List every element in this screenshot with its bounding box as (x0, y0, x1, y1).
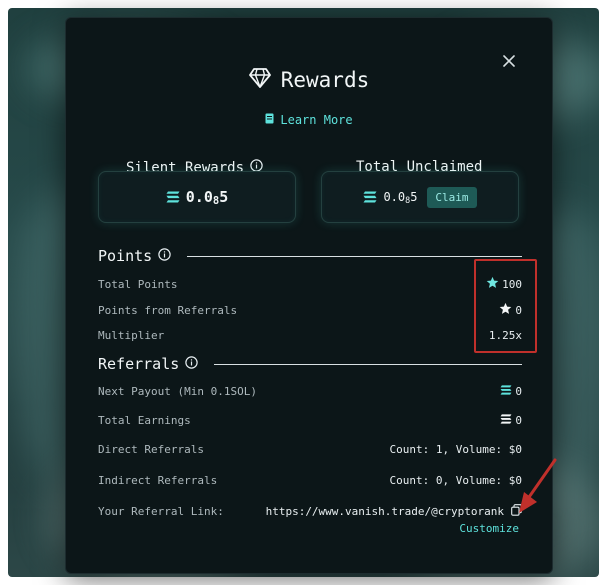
section-divider (214, 363, 522, 365)
silent-rewards-box: 0.085 (98, 171, 296, 223)
learn-more-link[interactable]: Learn More (66, 113, 552, 127)
info-icon[interactable] (185, 355, 198, 373)
referrals-heading: Referrals (98, 355, 522, 373)
close-button[interactable] (500, 52, 518, 70)
customize-link[interactable]: Customize (459, 522, 519, 535)
claim-button[interactable]: Claim (427, 186, 477, 208)
total-unclaimed-value: 0.085 (383, 189, 418, 205)
total-earnings-value: 0 (515, 414, 522, 427)
diamond-icon (248, 68, 271, 92)
indirect-referrals-value: Count: 0, Volume: $0 (389, 474, 522, 487)
solana-icon (500, 414, 512, 427)
multiplier-row: Multiplier 1.25x (98, 329, 522, 342)
book-icon (265, 113, 274, 127)
direct-referrals-value: Count: 1, Volume: $0 (389, 443, 522, 456)
modal-header: Rewards (66, 68, 552, 92)
next-payout-value: 0 (515, 385, 522, 398)
highlight-box (474, 259, 537, 353)
modal-title: Rewards (280, 68, 370, 92)
solana-icon (166, 188, 180, 207)
referral-points-row: Points from Referrals 0 (98, 302, 522, 317)
learn-more-label: Learn More (280, 113, 353, 127)
points-heading: Points (98, 247, 522, 265)
next-payout-row: Next Payout (Min 0.1SOL) 0 (98, 385, 522, 398)
annotation-arrow-icon (519, 458, 557, 513)
referral-link-value: https://www.vanish.trade/@cryptorank (265, 505, 504, 518)
solana-icon (500, 385, 512, 398)
total-earnings-row: Total Earnings 0 (98, 414, 522, 427)
close-icon (503, 55, 515, 67)
info-icon[interactable] (158, 247, 171, 265)
total-points-row: Total Points 100 (98, 276, 522, 291)
total-unclaimed-box: 0.085 Claim (321, 171, 519, 223)
section-divider (187, 255, 522, 257)
referral-link-row: Your Referral Link: https://www.vanish.t… (98, 504, 522, 519)
indirect-referrals-row: Indirect Referrals Count: 0, Volume: $0 (98, 474, 522, 487)
solana-icon (363, 188, 377, 207)
silent-rewards-value: 0.085 (185, 187, 229, 207)
direct-referrals-row: Direct Referrals Count: 1, Volume: $0 (98, 443, 522, 456)
